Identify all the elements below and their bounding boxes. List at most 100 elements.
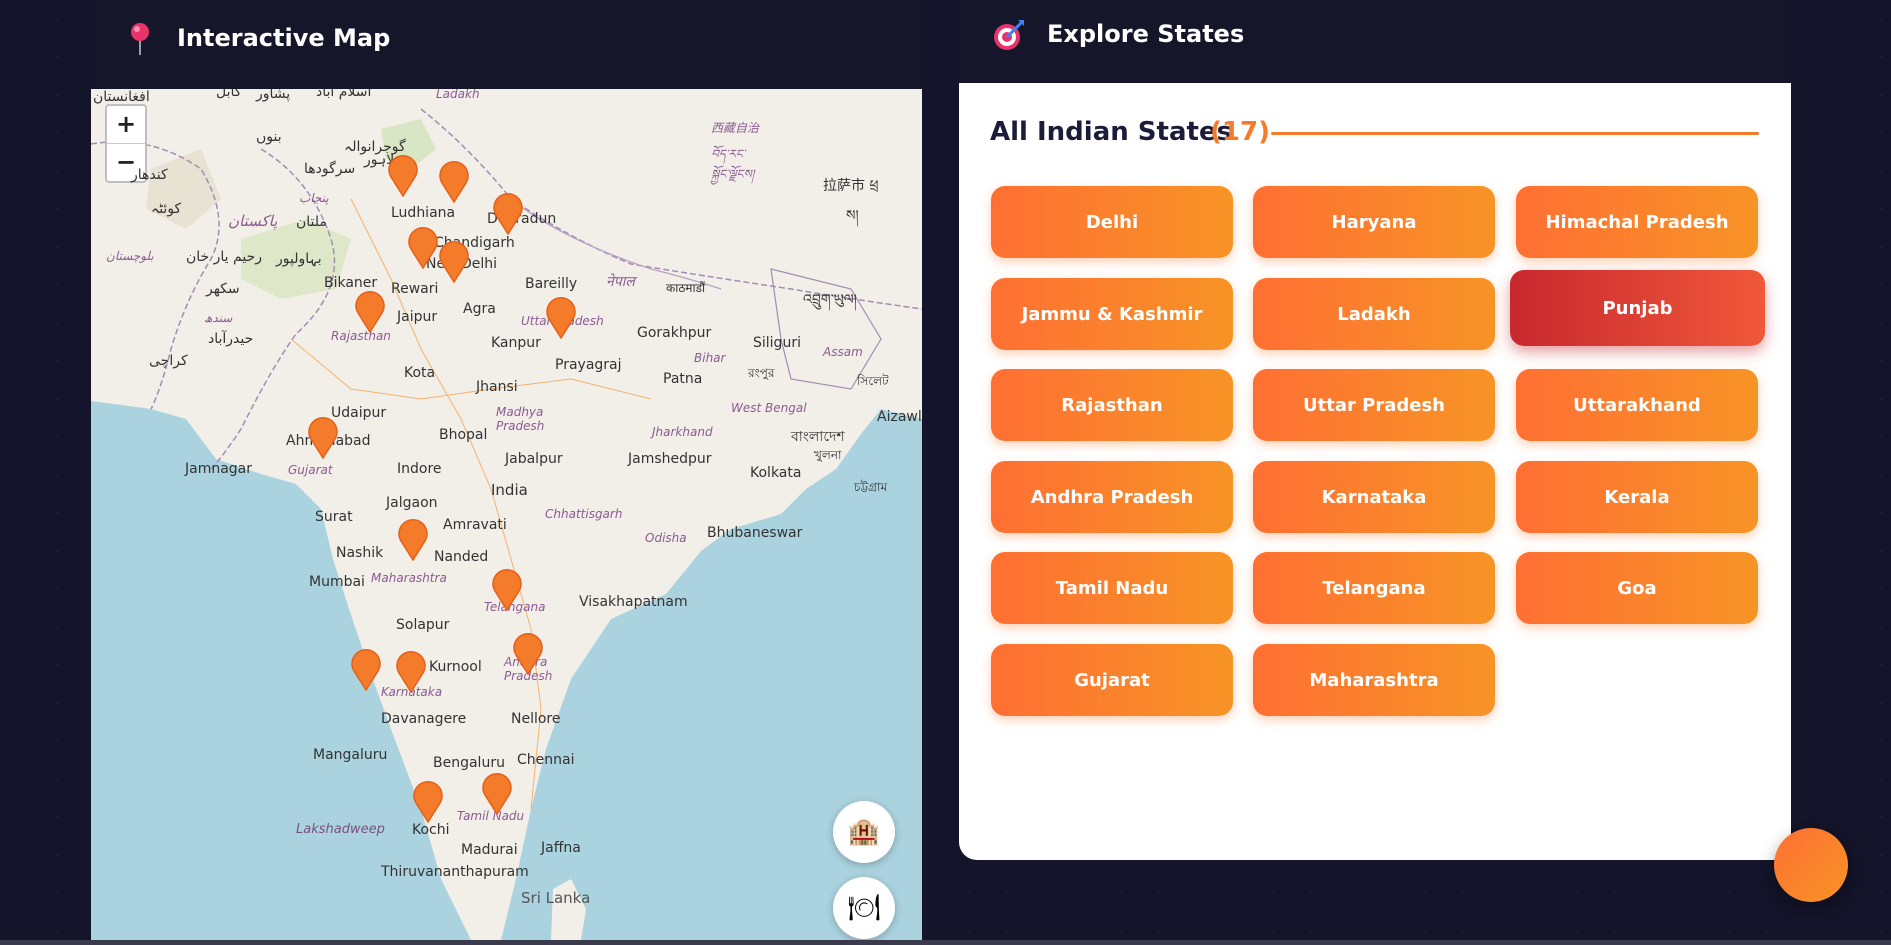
map-label: Udaipur xyxy=(331,405,387,421)
map-label: India xyxy=(491,481,528,499)
map-label: नेपाल xyxy=(606,274,635,290)
state-button-himachal-pradesh[interactable]: Himachal Pradesh xyxy=(1516,186,1758,258)
state-button-kerala[interactable]: Kerala xyxy=(1516,461,1758,533)
map-label: Bengaluru xyxy=(433,755,505,771)
map-marker-icon[interactable] xyxy=(395,649,427,693)
map-marker-icon[interactable] xyxy=(412,779,444,823)
state-button-ladakh[interactable]: Ladakh xyxy=(1253,278,1495,350)
map-label: Prayagraj xyxy=(555,357,622,373)
map-label: رحیم یار خان xyxy=(186,249,262,265)
map-label: Gujarat xyxy=(288,463,333,477)
state-button-telangana[interactable]: Telangana xyxy=(1253,552,1495,624)
map-label: Jaipur xyxy=(397,309,438,325)
state-button-andhra-pradesh[interactable]: Andhra Pradesh xyxy=(991,461,1233,533)
map-label: Kochi xyxy=(412,822,450,838)
map-label: Thiruvananthapuram xyxy=(381,864,529,880)
map-marker-icon[interactable] xyxy=(512,631,544,675)
map-label: Madurai xyxy=(461,842,518,858)
explore-title: Explore States xyxy=(1047,20,1245,48)
map-marker-icon[interactable] xyxy=(481,771,513,815)
floating-action-button[interactable] xyxy=(1774,828,1848,902)
map-label: پنجاب xyxy=(299,191,329,205)
map-label: Lakshadweep xyxy=(296,822,385,837)
map-label: খুলনা xyxy=(814,448,842,462)
map-label: Surat xyxy=(315,509,353,525)
map-panel: Interactive Map + − افغانستان کابل پشاور… xyxy=(91,0,922,940)
state-button-karnataka[interactable]: Karnataka xyxy=(1253,461,1495,533)
map-label: کابل xyxy=(216,89,242,100)
state-button-delhi[interactable]: Delhi xyxy=(991,186,1233,258)
map-label: Sri Lanka xyxy=(521,889,591,907)
map-marker-icon[interactable] xyxy=(397,517,429,561)
state-button-goa[interactable]: Goa xyxy=(1516,552,1758,624)
map-label: Jamshedpur xyxy=(628,451,712,467)
map-marker-icon[interactable] xyxy=(438,239,470,283)
states-heading: All Indian States xyxy=(990,117,1233,147)
map-label: འབྲུག་ཡུལ། xyxy=(803,292,857,308)
map-label: Bhubaneswar xyxy=(707,525,803,541)
map-label: حیدرآباد xyxy=(208,331,254,347)
map-label: Jharkhand xyxy=(652,425,713,439)
map-label: Patna xyxy=(663,371,703,387)
map-marker-icon[interactable] xyxy=(438,159,470,203)
state-button-uttarakhand[interactable]: Uttarakhand xyxy=(1516,369,1758,441)
zoom-in-button[interactable]: + xyxy=(107,106,145,144)
map-label: Siliguri xyxy=(753,335,801,351)
map-label: 西藏自治 xyxy=(711,121,760,135)
map-marker-icon[interactable] xyxy=(545,295,577,339)
food-filter-button[interactable]: 🍽 xyxy=(833,877,895,939)
map-label: بلوچستان xyxy=(106,249,154,263)
map-label: Aizawl xyxy=(877,409,922,425)
map-marker-icon[interactable] xyxy=(354,289,386,333)
map-label: Mangaluru xyxy=(313,747,388,763)
map-label: سکھر xyxy=(206,281,240,297)
map-label: Solapur xyxy=(396,617,450,633)
state-button-punjab[interactable]: Punjab xyxy=(1510,270,1765,346)
map-label: काठमाडौं xyxy=(666,281,706,295)
map-label: کندھار xyxy=(131,167,168,183)
state-button-jammu-kashmir[interactable]: Jammu & Kashmir xyxy=(991,278,1233,350)
map-view[interactable]: + − افغانستان کابل پشاور اسلام آباد Lada… xyxy=(91,89,922,940)
map-label: Kurnool xyxy=(429,659,482,675)
hotel-filter-button[interactable]: 🏨 xyxy=(833,801,895,863)
map-label: سرگودھا xyxy=(304,161,356,177)
map-label: སྐྱོང་ལྗོངས། xyxy=(711,167,755,181)
map-label: Jhansi xyxy=(476,379,518,395)
map-marker-icon[interactable] xyxy=(350,647,382,691)
map-label: Rewari xyxy=(391,281,439,297)
map-label: সিলেট xyxy=(857,374,889,388)
map-label: پاکستان xyxy=(228,212,278,230)
hotel-icon: 🏨 xyxy=(847,817,881,847)
map-label: Nanded xyxy=(434,549,489,565)
map-label: Jalgaon xyxy=(386,495,438,511)
state-button-uttar-pradesh[interactable]: Uttar Pradesh xyxy=(1253,369,1495,441)
map-title: Interactive Map xyxy=(177,24,391,52)
map-label: بنوں xyxy=(256,129,282,145)
map-marker-icon[interactable] xyxy=(387,153,419,197)
state-button-maharashtra[interactable]: Maharashtra xyxy=(1253,644,1495,716)
state-button-haryana[interactable]: Haryana xyxy=(1253,186,1495,258)
map-label: Jaffna xyxy=(541,840,581,856)
map-label: Jamnagar xyxy=(185,461,253,477)
map-label: Indore xyxy=(397,461,442,477)
map-label: Davanagere xyxy=(381,711,467,727)
map-marker-icon[interactable] xyxy=(307,415,339,459)
map-label: Bhopal xyxy=(439,427,488,443)
map-label: Bihar xyxy=(694,351,726,365)
target-icon xyxy=(994,20,1024,50)
map-label: Bareilly xyxy=(525,276,578,292)
map-label: ملتان xyxy=(296,214,327,230)
map-label: Chhattisgarh xyxy=(545,507,623,521)
map-label: Mumbai xyxy=(309,574,365,590)
state-button-gujarat[interactable]: Gujarat xyxy=(991,644,1233,716)
map-label: کراچی xyxy=(149,353,188,369)
map-label: پشاور xyxy=(256,89,291,102)
map-marker-icon[interactable] xyxy=(407,225,439,269)
map-label: Chennai xyxy=(517,752,575,768)
state-button-tamil-nadu[interactable]: Tamil Nadu xyxy=(991,552,1233,624)
map-label: کوئٹہ xyxy=(151,201,182,217)
state-button-rajasthan[interactable]: Rajasthan xyxy=(991,369,1233,441)
map-marker-icon[interactable] xyxy=(492,191,524,235)
map-label: افغانستان xyxy=(93,89,150,105)
map-marker-icon[interactable] xyxy=(491,567,523,611)
